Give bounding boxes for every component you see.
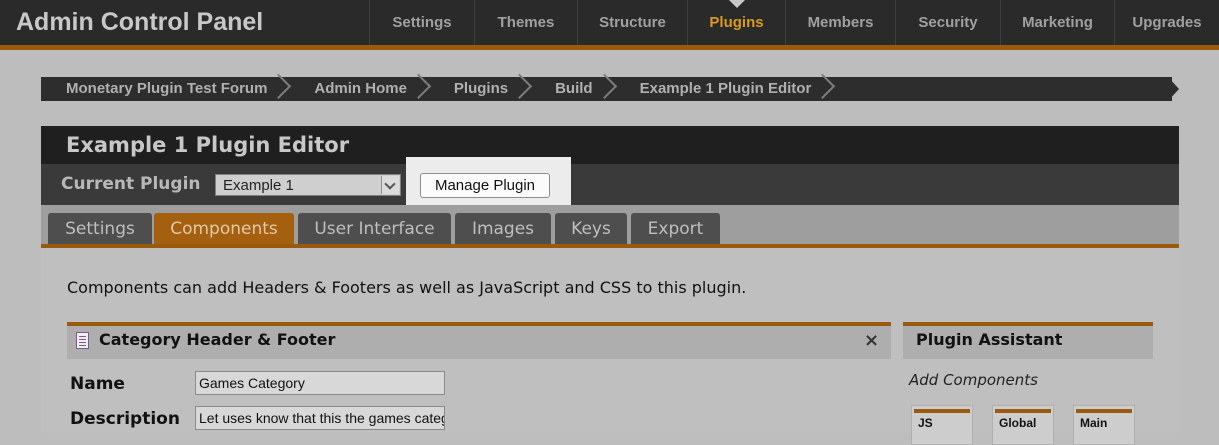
app-title: Admin Control Panel: [16, 8, 264, 36]
current-plugin-label: Current Plugin: [61, 174, 201, 194]
card-label: JS: [918, 416, 933, 430]
tab-settings[interactable]: Settings: [48, 213, 152, 245]
breadcrumb-end-arrow: [1168, 77, 1179, 101]
components-intro-text: Components can add Headers & Footers as …: [67, 278, 747, 297]
name-field[interactable]: Games Category: [195, 371, 445, 395]
nav-item-settings[interactable]: Settings: [369, 0, 474, 45]
card-accent: [995, 409, 1051, 413]
add-main-component-card[interactable]: Main: [1073, 405, 1135, 445]
assistant-title: Plugin Assistant: [916, 330, 1063, 349]
tab-user-interface[interactable]: User Interface: [298, 213, 451, 245]
component-title: Category Header & Footer: [99, 330, 336, 349]
breadcrumb-item-plugin-editor[interactable]: Example 1 Plugin Editor: [615, 77, 834, 101]
description-label: Description: [70, 409, 180, 429]
card-accent: [914, 409, 970, 413]
card-accent: [1076, 409, 1132, 413]
nav-item-plugins-label: Plugins: [709, 14, 764, 31]
nav-item-structure[interactable]: Structure: [577, 0, 687, 45]
chevron-down-icon[interactable]: [381, 176, 399, 194]
manage-plugin-button[interactable]: Manage Plugin: [420, 173, 550, 198]
card-label: Main: [1080, 416, 1108, 430]
assistant-subtitle: Add Components: [909, 371, 1038, 389]
breadcrumb-item-build[interactable]: Build: [530, 77, 615, 101]
nav-item-marketing[interactable]: Marketing: [1000, 0, 1114, 45]
breadcrumb: Monetary Plugin Test Forum Admin Home Pl…: [41, 77, 1172, 101]
tab-keys[interactable]: Keys: [555, 213, 627, 245]
nav-item-themes[interactable]: Themes: [474, 0, 577, 45]
breadcrumb-item-plugins[interactable]: Plugins: [429, 77, 530, 101]
top-bar-accent-line: [0, 45, 1219, 50]
current-plugin-select[interactable]: Example 1: [215, 174, 401, 196]
tab-components[interactable]: Components: [154, 213, 294, 245]
name-label: Name: [70, 374, 125, 394]
nav-item-members[interactable]: Members: [785, 0, 895, 45]
nav-item-upgrades[interactable]: Upgrades: [1114, 0, 1219, 45]
nav-item-security[interactable]: Security: [895, 0, 1000, 45]
close-icon[interactable]: ×: [864, 330, 879, 351]
add-js-component-card[interactable]: JS: [911, 405, 973, 445]
breadcrumb-item-forum[interactable]: Monetary Plugin Test Forum: [41, 77, 289, 101]
tab-export[interactable]: Export: [631, 213, 720, 245]
add-global-component-card[interactable]: Global: [992, 405, 1054, 445]
nav-item-plugins[interactable]: Plugins: [687, 0, 785, 45]
page-title: Example 1 Plugin Editor: [66, 133, 350, 157]
description-field[interactable]: Let uses know that this the games catego…: [195, 406, 445, 430]
active-caret-icon: [728, 0, 745, 8]
breadcrumb-item-admin-home[interactable]: Admin Home: [289, 77, 429, 101]
card-label: Global: [999, 416, 1037, 430]
current-plugin-value: Example 1: [223, 177, 294, 194]
tab-images[interactable]: Images: [455, 213, 551, 245]
panel-subheader: [41, 164, 1179, 205]
main-nav: Settings Themes Structure Plugins Member…: [369, 0, 1219, 45]
document-icon: [76, 332, 89, 349]
